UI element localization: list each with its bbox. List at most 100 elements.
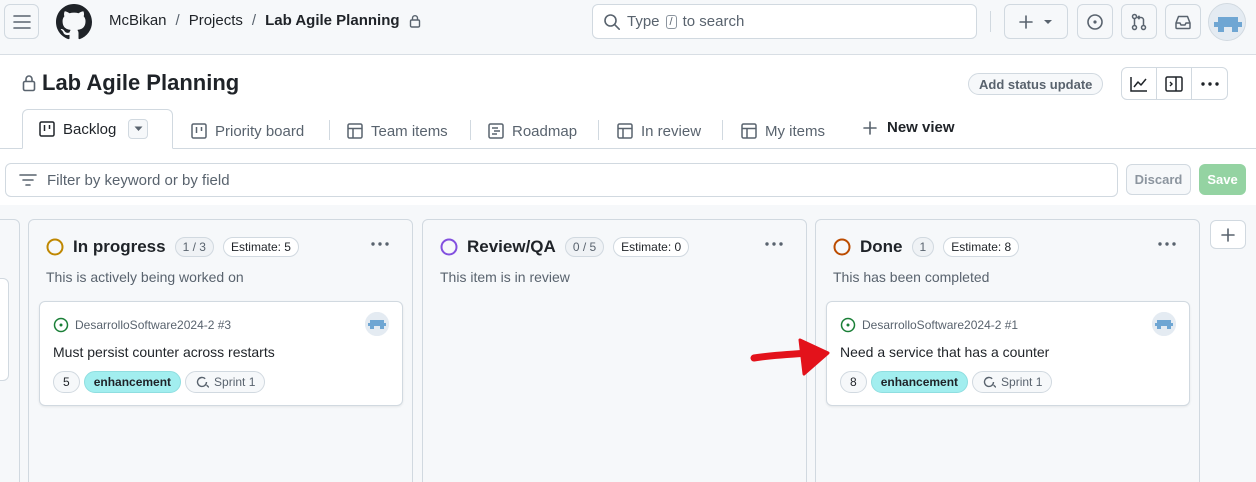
plus-icon <box>1221 227 1235 242</box>
tab-label: In review <box>641 122 702 140</box>
label-enhancement: enhancement <box>83 371 182 393</box>
search-shortcut-key: / <box>665 14 677 29</box>
card-repo: DesarrolloSoftware2024-2 #3 <box>53 317 231 333</box>
status-circle-icon <box>833 238 851 256</box>
column-header: Review/QA 0 / 5 Estimate: 0 <box>440 237 690 257</box>
breadcrumb-owner[interactable]: McBikan <box>109 12 167 29</box>
tab-priority-board[interactable]: Priority board <box>191 118 304 144</box>
column-count: 1 / 3 <box>174 237 214 257</box>
column-menu-button[interactable] <box>764 238 784 258</box>
assignee-avatar[interactable] <box>365 312 389 336</box>
iteration-token: Sprint 1 <box>185 371 266 393</box>
issues-button[interactable] <box>1077 4 1113 39</box>
tab-label: My items <box>765 122 825 140</box>
estimate-token: 5 <box>53 371 80 393</box>
status-circle-icon <box>440 238 458 256</box>
graph-icon <box>1130 76 1147 92</box>
column-estimate: Estimate: 0 <box>613 237 690 257</box>
column-description: This item is in review <box>440 269 570 285</box>
sidebar-expand-icon <box>1165 75 1183 92</box>
column-menu-button[interactable] <box>1157 238 1177 258</box>
tabs-divider <box>0 148 1256 149</box>
kebab-horizontal-icon <box>765 242 783 246</box>
header-divider <box>990 11 991 32</box>
board-icon <box>191 123 207 139</box>
tab-backlog[interactable]: Backlog <box>22 109 173 149</box>
column-description: This is actively being worked on <box>46 269 244 285</box>
card-title[interactable]: Need a service that has a counter <box>840 344 1049 360</box>
new-view-button[interactable]: New view <box>863 119 955 136</box>
tab-separator <box>470 120 471 140</box>
add-column-button[interactable] <box>1210 220 1246 249</box>
column-title: Done <box>860 237 903 256</box>
tab-roadmap[interactable]: Roadmap <box>488 118 577 144</box>
filter-icon <box>19 174 37 186</box>
add-status-update-button[interactable]: Add status update <box>968 73 1104 95</box>
side-panel-button[interactable] <box>1157 68 1192 99</box>
column-title: In progress <box>73 237 166 256</box>
filter-input[interactable]: Filter by keyword or by field <box>5 163 1118 197</box>
insights-button[interactable] <box>1122 68 1157 99</box>
board-column-in-progress: In progress 1 / 3 Estimate: 5 This is ac… <box>28 219 413 482</box>
column-estimate: Estimate: 5 <box>222 237 299 257</box>
item-card[interactable]: DesarrolloSoftware2024-2 #1 Need a servi… <box>826 301 1190 406</box>
more-options-button[interactable] <box>1192 68 1227 99</box>
plus-icon <box>1019 14 1033 29</box>
kebab-horizontal-icon <box>1158 242 1176 246</box>
lock-icon <box>409 14 420 28</box>
tab-separator <box>329 120 330 140</box>
card-labels: 5 enhancement Sprint 1 <box>53 371 266 393</box>
breadcrumb-project[interactable]: Lab Agile Planning <box>265 12 399 29</box>
tab-options-button[interactable] <box>128 119 149 139</box>
project-toolbar <box>1121 67 1228 100</box>
discard-button[interactable]: Discard <box>1126 164 1191 195</box>
item-card-partial[interactable] <box>0 278 9 381</box>
tab-label: Backlog <box>63 120 117 138</box>
card-labels: 8 enhancement Sprint 1 <box>840 371 1053 393</box>
column-title: Review/QA <box>467 237 556 256</box>
card-repo-text[interactable]: DesarrolloSoftware2024-2 #1 <box>862 318 1018 332</box>
create-new-button[interactable] <box>1004 4 1068 39</box>
hamburger-icon <box>12 14 31 29</box>
tab-in-review[interactable]: In review <box>617 118 701 144</box>
item-card[interactable]: DesarrolloSoftware2024-2 #3 Must persist… <box>39 301 403 406</box>
identicon-icon <box>365 312 389 336</box>
pull-requests-button[interactable] <box>1121 4 1157 39</box>
triangle-down-icon <box>134 126 143 131</box>
label-enhancement: enhancement <box>870 371 969 393</box>
search-input[interactable]: Type / to search <box>592 4 977 39</box>
triangle-down-icon <box>1044 19 1052 24</box>
column-count: 1 <box>911 237 935 257</box>
estimate-token: 8 <box>840 371 867 393</box>
search-placeholder-suffix: to search <box>682 13 745 30</box>
assignee-avatar[interactable] <box>1152 312 1176 336</box>
breadcrumb-projects[interactable]: Projects <box>189 12 243 29</box>
card-repo-text[interactable]: DesarrolloSoftware2024-2 #3 <box>75 318 231 332</box>
search-placeholder-prefix: Type <box>627 13 660 30</box>
menu-button[interactable] <box>4 4 39 39</box>
kebab-horizontal-icon <box>1200 81 1219 86</box>
board-column-done: Done 1 Estimate: 8 This has been complet… <box>815 219 1200 482</box>
pull-request-icon <box>1131 13 1147 30</box>
board-icon <box>39 121 55 137</box>
project-title-text: Lab Agile Planning <box>42 70 240 95</box>
tab-team-items[interactable]: Team items <box>347 118 448 144</box>
tab-label: Team items <box>371 122 448 140</box>
sprint-label: Sprint 1 <box>214 375 256 389</box>
card-title[interactable]: Must persist counter across restarts <box>53 344 275 360</box>
card-repo: DesarrolloSoftware2024-2 #1 <box>840 317 1018 333</box>
issue-opened-icon <box>1087 13 1103 30</box>
tab-separator <box>722 120 723 140</box>
column-header: Done 1 Estimate: 8 <box>833 237 1020 257</box>
filter-placeholder: Filter by keyword or by field <box>47 171 230 189</box>
column-description: This has been completed <box>833 269 990 285</box>
github-logo-icon[interactable] <box>56 4 92 40</box>
inbox-button[interactable] <box>1165 4 1201 39</box>
save-button[interactable]: Save <box>1199 164 1246 195</box>
tab-my-items[interactable]: My items <box>741 118 825 144</box>
lock-icon <box>22 75 36 92</box>
user-avatar[interactable] <box>1208 3 1246 41</box>
breadcrumb-separator: / <box>251 12 257 29</box>
iteration-icon <box>983 376 997 388</box>
column-menu-button[interactable] <box>370 238 390 258</box>
